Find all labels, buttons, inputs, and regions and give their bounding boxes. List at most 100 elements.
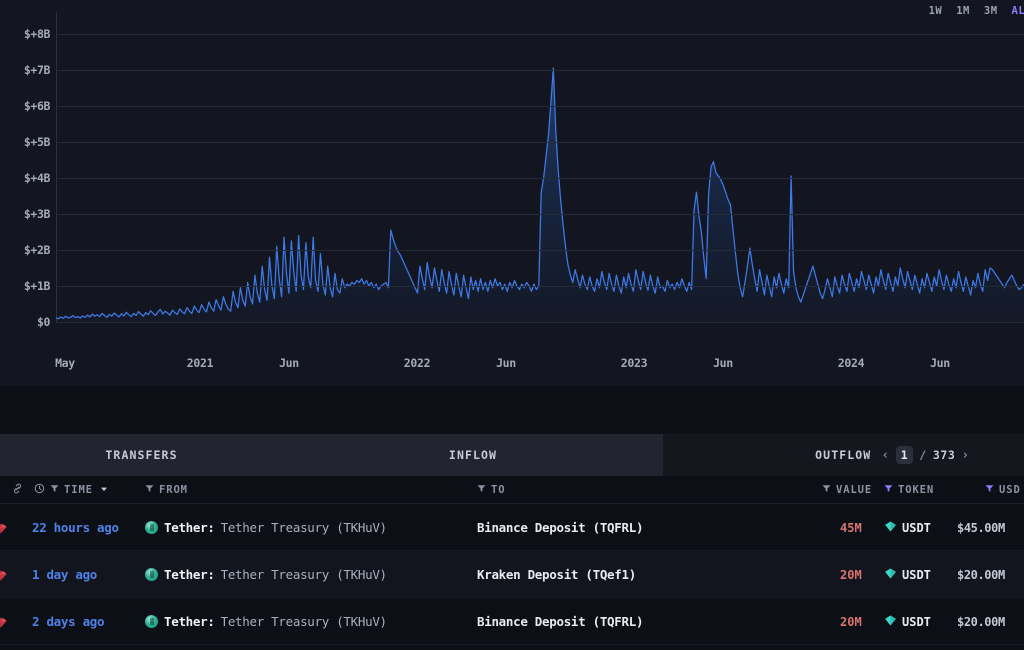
filter-bar: USD ≥ $0.10 [0, 386, 1024, 434]
range-button-all[interactable]: ALL [1012, 5, 1024, 17]
from-name: Tether Treasury (TKHuV) [220, 567, 388, 582]
from-name: Tether Treasury (TKHuV) [220, 520, 388, 535]
table-pagination: ‹ 1 / 373 › [881, 446, 970, 464]
filter-icon-network[interactable] [0, 484, 1, 496]
next-page-button[interactable]: › [961, 448, 969, 463]
tab-outflow-label: OUTFLOW [815, 448, 872, 462]
column-header-from[interactable]: FROM [145, 476, 188, 504]
cell-from[interactable]: Tether: Tether Treasury (TKHuV) [145, 598, 387, 645]
tab-transfers-label: TRANSFERS [105, 448, 178, 462]
column-header-to[interactable]: TO [477, 476, 505, 504]
cell-time[interactable]: 1 day ago [32, 551, 97, 598]
filter-icon-usd[interactable] [985, 484, 994, 496]
chart-panel: 1W 1M 3M ALL $0 $+1B $+2B $+3B $+4B $+5B $+6B $+7B… [0, 0, 1024, 386]
gridline [56, 141, 1024, 143]
range-button-1w[interactable]: 1W [929, 5, 943, 17]
y-axis-tick-label: $+5B [23, 134, 51, 149]
cell-value: 20M [840, 567, 862, 582]
gridline [56, 105, 1024, 107]
cell-token[interactable]: USDT [884, 504, 931, 551]
cell-time[interactable]: 2 days ago [32, 598, 105, 645]
x-axis-tick-label: Jun [279, 356, 299, 370]
gridline [56, 177, 1024, 179]
tab-outflow[interactable]: OUTFLOW ‹ 1 / 373 › [663, 434, 1024, 476]
cell-token[interactable]: USDT [884, 598, 931, 645]
cell-value: 20M [840, 614, 862, 629]
cell-from[interactable]: Tether: Tether Treasury (TKHuV) [145, 551, 387, 598]
gridline [56, 33, 1024, 35]
tether-icon [145, 521, 158, 534]
tron-network-icon [0, 598, 8, 645]
x-axis-tick-label: 2024 [837, 356, 865, 370]
tron-network-icon [0, 551, 8, 598]
token-label: USDT [902, 567, 931, 582]
table-body: 22 hours ago Tether: Tether Treasury (TKHu… [0, 504, 1024, 645]
range-button-3m[interactable]: 3M [984, 5, 998, 17]
column-header-token[interactable]: TOKEN [884, 476, 934, 504]
column-header-value[interactable]: VALUE [822, 476, 872, 504]
token-label: USDT [902, 520, 931, 535]
transfers-table: TIME FROM TO VALUE TOKEN USD 22 hours ago Teth… [0, 476, 1024, 650]
from-label: Tether: [164, 614, 215, 629]
y-axis-tick-label: $+1B [23, 278, 51, 293]
cell-token[interactable]: USDT [884, 551, 931, 598]
filter-icon-to[interactable] [477, 484, 486, 496]
gridline [56, 285, 1024, 287]
y-axis-tick-label: $+2B [23, 242, 51, 257]
tether-icon [145, 615, 158, 628]
cell-to[interactable]: Kraken Deposit (TQef1) [477, 551, 636, 598]
cell-time[interactable]: 22 hours ago [32, 504, 119, 551]
link-icon[interactable] [12, 483, 23, 497]
y-axis-tick-label: $+8B [23, 26, 51, 41]
column-label-time: TIME [64, 484, 93, 496]
cell-usd: $45.00M [957, 520, 1005, 535]
table-row[interactable]: 2 days ago Tether: Tether Treasury (TKHuV)… [0, 598, 1024, 645]
table-row[interactable]: 1 day ago Tether: Tether Treasury (TKHuV) K… [0, 551, 1024, 598]
filter-icon-time[interactable] [50, 484, 59, 496]
x-axis-tick-label: 2023 [620, 356, 648, 370]
x-axis-tick-label: Jun [930, 356, 950, 370]
tab-transfers[interactable]: TRANSFERS [0, 434, 283, 476]
y-axis-tick-label: $+6B [23, 98, 51, 113]
column-label-usd: USD [999, 484, 1021, 496]
chart-plot-area [56, 12, 1024, 323]
column-header-network[interactable] [0, 476, 1, 504]
cell-usd: $20.00M [957, 567, 1005, 582]
sort-desc-icon[interactable] [100, 484, 108, 496]
cell-to[interactable]: Binance Deposit (TQFRL) [477, 598, 644, 645]
column-label-to: TO [491, 484, 506, 496]
table-header-row: TIME FROM TO VALUE TOKEN USD [0, 476, 1024, 504]
column-header-time[interactable]: TIME [34, 476, 108, 504]
gridline [56, 249, 1024, 251]
gridline [56, 322, 1024, 323]
filter-icon-value[interactable] [822, 484, 831, 496]
tab-inflow-label: INFLOW [448, 448, 498, 462]
gridline [56, 69, 1024, 71]
filter-icon-token[interactable] [884, 484, 893, 496]
filter-icon-from[interactable] [145, 484, 154, 496]
cell-to[interactable]: Binance Deposit (TQFRL) [477, 504, 644, 551]
x-axis-tick-label: 2021 [186, 356, 214, 370]
table-row[interactable]: 22 hours ago Tether: Tether Treasury (TKHu… [0, 504, 1024, 551]
column-header-link[interactable] [12, 476, 23, 504]
x-axis-tick-label: 2022 [403, 356, 431, 370]
time-range-button-group: 1W 1M 3M ALL [929, 0, 1024, 22]
column-label-from: FROM [159, 484, 188, 496]
range-button-1m[interactable]: 1M [956, 5, 970, 17]
current-page: 1 [895, 446, 914, 464]
column-header-usd[interactable]: USD [985, 476, 1021, 504]
column-label-token: TOKEN [898, 484, 935, 496]
x-axis-tick-label: Jun [713, 356, 733, 370]
column-label-value: VALUE [836, 484, 873, 496]
clock-icon [34, 483, 45, 497]
from-name: Tether Treasury (TKHuV) [220, 614, 388, 629]
tab-bar: TRANSFERS INFLOW OUTFLOW ‹ 1 / 373 › [0, 434, 1024, 476]
prev-page-button[interactable]: ‹ [881, 448, 889, 463]
cell-from[interactable]: Tether: Tether Treasury (TKHuV) [145, 504, 387, 551]
cell-usd: $20.00M [957, 614, 1005, 629]
x-axis-tick-label: Jun [496, 356, 516, 370]
page-separator: / [919, 448, 927, 462]
tab-inflow[interactable]: INFLOW [283, 434, 663, 476]
tether-icon [145, 568, 158, 581]
usdt-icon [884, 614, 897, 630]
